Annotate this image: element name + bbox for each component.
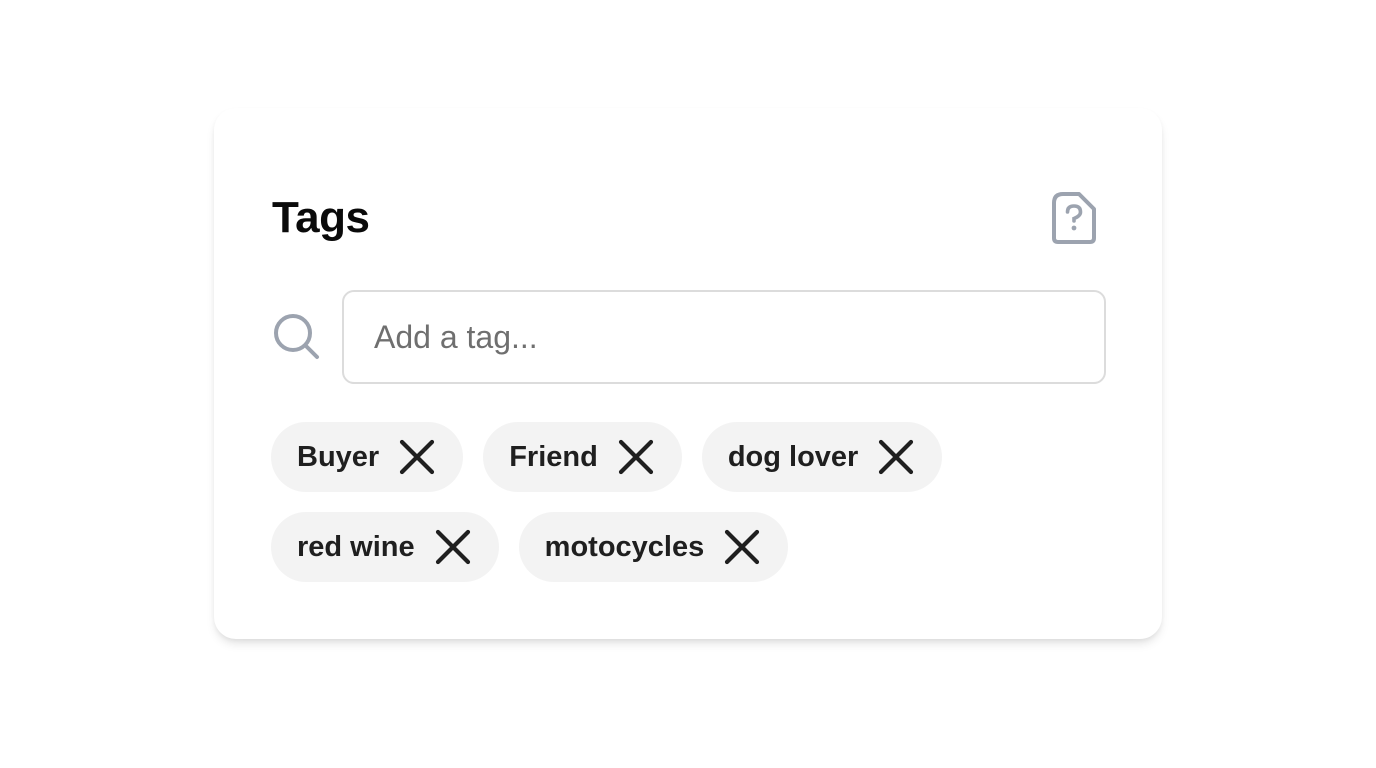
tag-label: Friend [509,440,598,473]
tag-label: dog lover [727,440,859,473]
tag-list: Buyer Friend dog lover red wine motocycl… [271,422,1111,582]
tag-chip: dog lover [701,422,943,492]
close-icon[interactable] [876,437,916,477]
tag-label: red wine [297,530,415,563]
tag-chip: Buyer [271,422,464,492]
tag-chip: red wine [271,512,499,582]
tag-search-row [272,290,1106,384]
close-icon[interactable] [722,527,762,567]
tag-label: motocycles [544,530,705,563]
card-title: Tags [272,193,370,242]
file-question-icon[interactable] [1050,190,1098,246]
add-tag-input[interactable] [342,290,1106,384]
close-icon[interactable] [433,527,473,567]
tag-label: Buyer [297,440,380,473]
close-icon[interactable] [616,437,656,477]
search-icon [272,312,322,362]
card-header: Tags [272,188,1104,248]
tags-card: Tags Buyer Friend [214,108,1162,639]
close-icon[interactable] [397,437,437,477]
tag-chip: Friend [483,422,682,492]
tag-chip: motocycles [518,512,789,582]
